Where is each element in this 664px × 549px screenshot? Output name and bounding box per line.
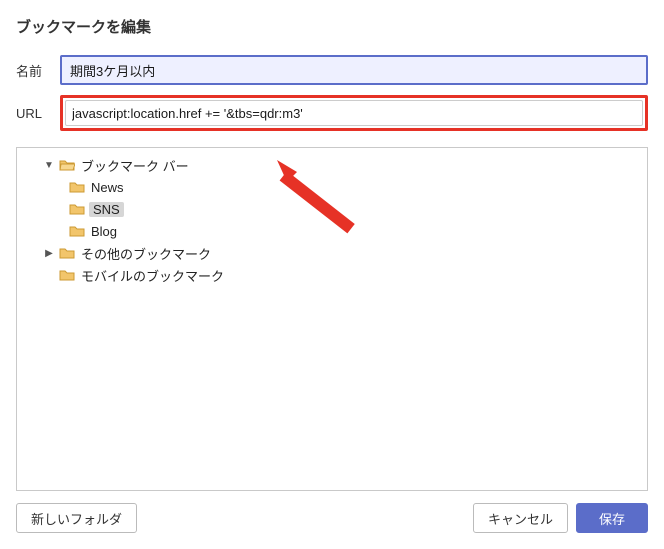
folder-label: ブックマーク バー xyxy=(79,156,189,175)
url-row: URL xyxy=(16,95,648,131)
new-folder-button[interactable]: 新しいフォルダ xyxy=(16,503,137,533)
chevron-down-icon[interactable]: ▼ xyxy=(43,160,55,171)
folder-icon xyxy=(69,202,85,216)
folder-icon xyxy=(69,180,85,194)
chevron-right-icon[interactable]: ▶ xyxy=(43,248,55,259)
url-highlight-box xyxy=(60,95,648,131)
folder-tree-item[interactable]: Blog xyxy=(21,220,643,242)
url-label: URL xyxy=(16,106,60,121)
folder-tree[interactable]: ▼ ブックマーク バー News SNS Blog ▶ その他のブックマークモバイルのブック… xyxy=(16,147,648,491)
name-input[interactable] xyxy=(60,55,648,85)
folder-label: モバイルのブックマーク xyxy=(79,266,224,285)
url-input[interactable] xyxy=(65,100,643,126)
folder-tree-item[interactable]: News xyxy=(21,176,643,198)
edit-bookmark-dialog: ブックマークを編集 名前 URL ▼ ブックマーク バー News SNS Blog ▶ そ… xyxy=(0,0,664,549)
folder-icon xyxy=(69,224,85,238)
cancel-button[interactable]: キャンセル xyxy=(473,503,568,533)
dialog-buttons: 新しいフォルダ キャンセル 保存 xyxy=(16,503,648,533)
folder-open-icon xyxy=(59,158,75,172)
folder-label: Blog xyxy=(89,224,117,239)
folder-icon xyxy=(59,246,75,260)
name-label: 名前 xyxy=(16,61,60,80)
folder-tree-item[interactable]: ▼ ブックマーク バー xyxy=(21,154,643,176)
folder-label: News xyxy=(89,180,124,195)
folder-tree-item[interactable]: モバイルのブックマーク xyxy=(21,264,643,286)
dialog-title: ブックマークを編集 xyxy=(16,16,648,37)
folder-tree-item[interactable]: SNS xyxy=(21,198,643,220)
save-button[interactable]: 保存 xyxy=(576,503,648,533)
folder-icon xyxy=(59,268,75,282)
folder-label: SNS xyxy=(89,202,124,217)
name-row: 名前 xyxy=(16,55,648,85)
folder-label: その他のブックマーク xyxy=(79,244,211,263)
folder-tree-item[interactable]: ▶ その他のブックマーク xyxy=(21,242,643,264)
